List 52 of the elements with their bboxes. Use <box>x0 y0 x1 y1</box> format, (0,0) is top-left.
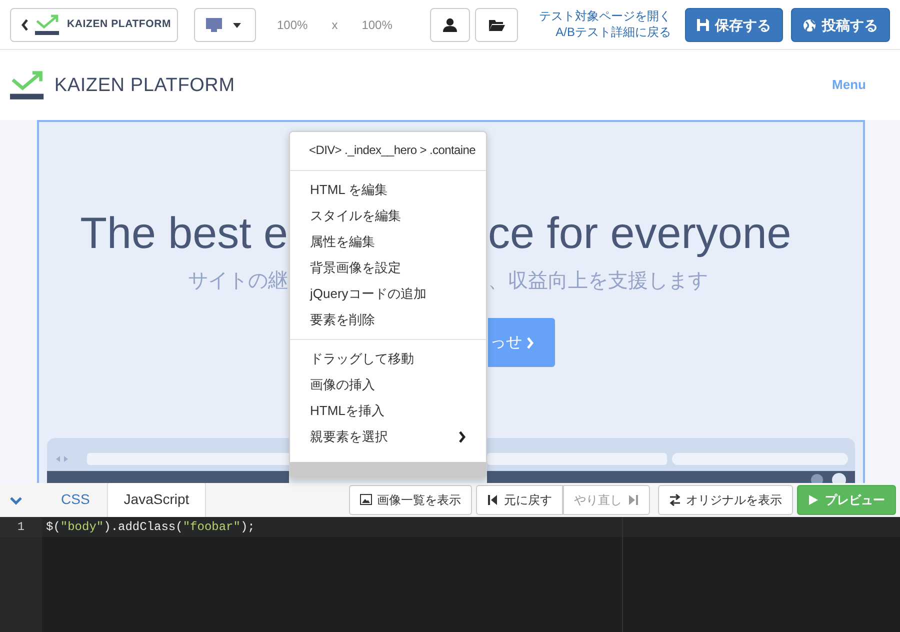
toolbar-button[interactable]: 画像一覧を表示 <box>349 485 472 515</box>
menu-header: <DIV> ._index__hero > .containe <box>308 142 476 159</box>
menu-item[interactable]: 親要素を選択 <box>290 424 486 450</box>
zoom-width: 100% <box>277 17 308 34</box>
user-icon <box>443 18 458 32</box>
user-button[interactable] <box>430 8 470 42</box>
menu-item[interactable]: 属性を編集 <box>290 229 486 255</box>
post-button[interactable]: 投稿する <box>791 8 890 42</box>
menu-item[interactable]: jQueryコードの追加 <box>290 281 486 307</box>
monitor-icon <box>205 17 223 33</box>
floppy-icon <box>697 19 709 31</box>
folder-button[interactable] <box>475 8 518 42</box>
line-number: 1 <box>0 517 42 537</box>
menu-item[interactable]: 要素を削除 <box>290 307 486 333</box>
headline-text: The best e <box>80 210 288 258</box>
page-link[interactable]: テスト対象ページを開く <box>539 8 671 24</box>
logo-icon <box>10 70 46 100</box>
menu-item[interactable]: ドラッグして移動 <box>290 346 486 372</box>
subtitle-text: サイトの継 <box>188 270 288 292</box>
page-link[interactable]: A/Bテスト詳細に戻る <box>556 24 671 40</box>
menu-item[interactable]: 背景画像を設定 <box>290 255 486 281</box>
folder-icon <box>488 19 505 31</box>
logo-text: KAIZEN PLATFORM <box>67 17 172 32</box>
chevron-left-icon <box>21 19 29 31</box>
toolbar-button[interactable]: オリジナルを表示 <box>658 485 793 515</box>
collapse-chevron-icon[interactable] <box>10 497 22 505</box>
image-icon <box>360 494 372 506</box>
menu-item[interactable]: スタイルを編集 <box>290 203 486 229</box>
subtitle-text: 、収益向上を支援します <box>488 269 708 294</box>
menu-item[interactable]: 画像の挿入 <box>290 372 486 398</box>
play-icon <box>808 494 820 506</box>
menu-item[interactable]: HTML を編集 <box>290 177 486 203</box>
skip-forward-icon <box>627 494 639 506</box>
chevron-right-icon <box>526 336 534 349</box>
editor-tab[interactable]: CSS <box>44 481 107 517</box>
globe-icon <box>803 18 816 32</box>
editor-tab[interactable]: JavaScript <box>106 481 206 517</box>
logo-icon <box>35 14 61 36</box>
zoom-height: 100% <box>362 17 392 34</box>
toolbar-button[interactable]: 元に戻す <box>476 485 563 515</box>
code-line: $("body").addClass("foobar"); <box>46 519 255 536</box>
headline-text: ce for everyone <box>488 210 792 258</box>
menu-item[interactable]: HTMLを挿入 <box>290 398 486 424</box>
logo-text: KAIZEN PLATFORM <box>54 74 235 98</box>
swap-icon <box>669 494 681 506</box>
caret-icon <box>233 22 241 28</box>
chevron-right-icon <box>458 431 466 443</box>
skip-back-icon <box>487 494 499 506</box>
device-dropdown[interactable] <box>194 8 256 42</box>
back-button[interactable]: KAIZEN PLATFORM <box>10 8 178 42</box>
save-button[interactable]: 保存する <box>685 8 783 42</box>
zoom-separator: x <box>332 17 338 34</box>
